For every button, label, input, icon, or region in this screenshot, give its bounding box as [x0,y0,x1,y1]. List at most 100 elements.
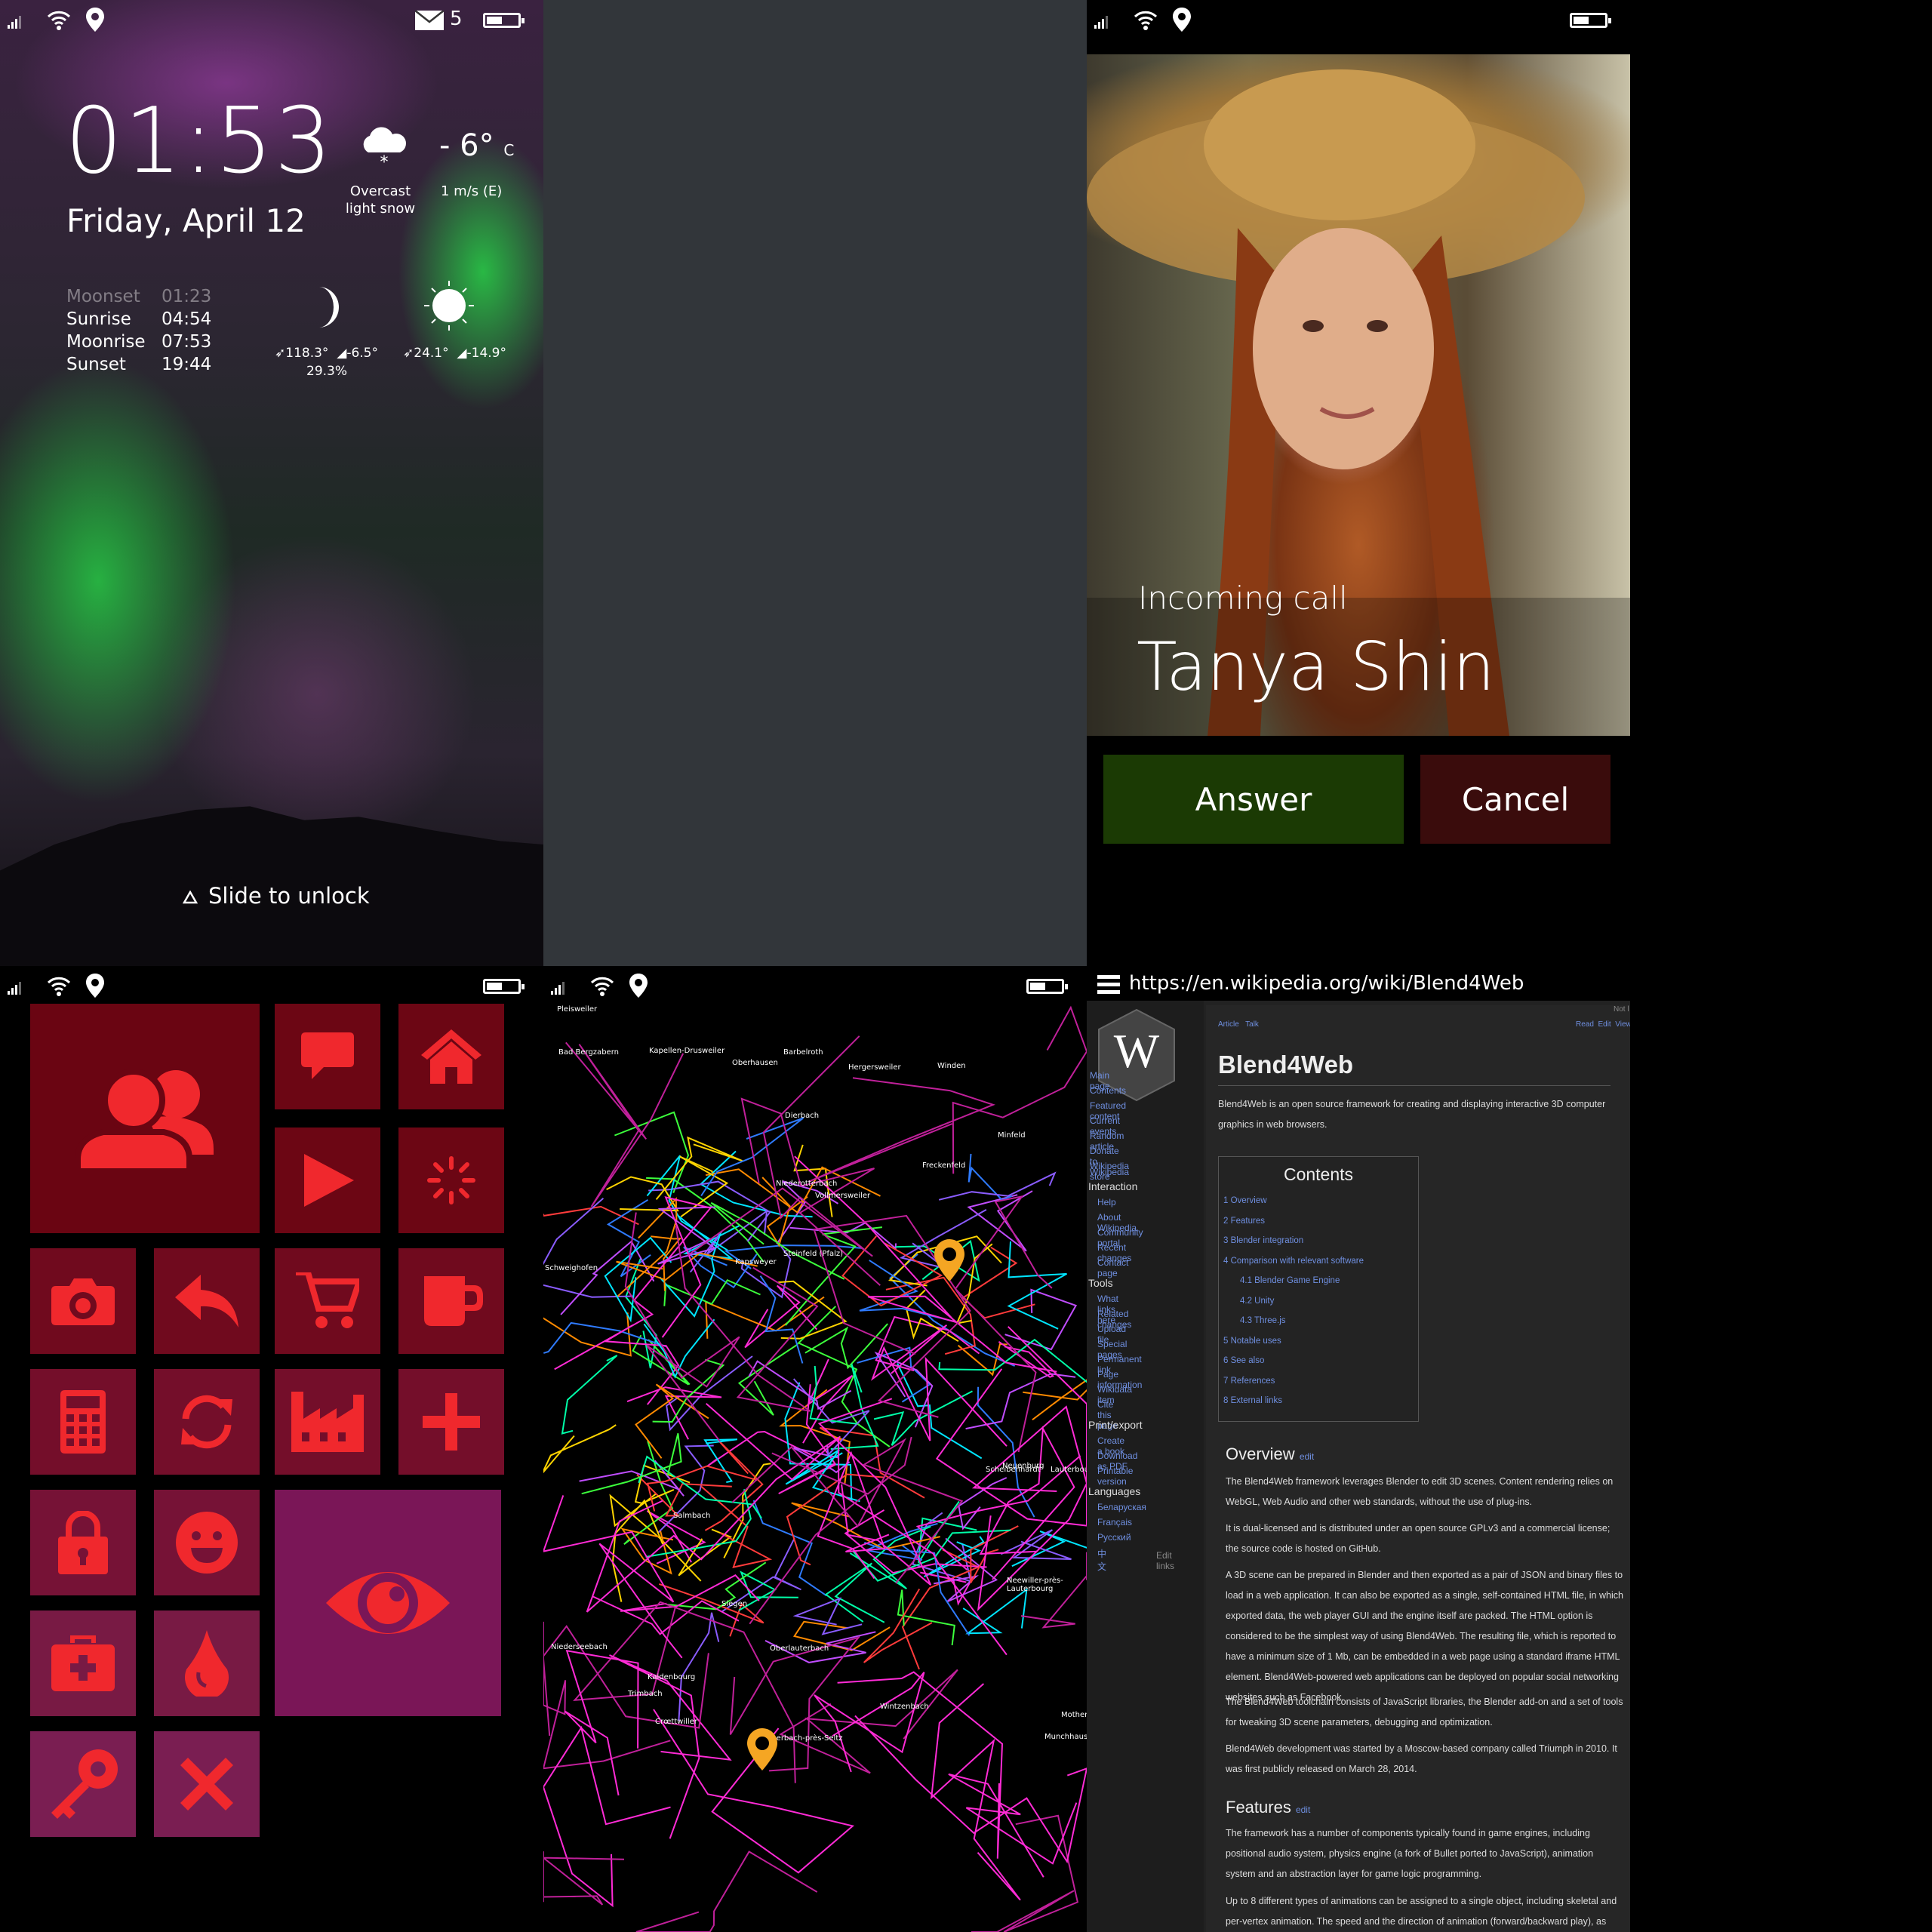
sidebar-link[interactable]: Русский [1097,1532,1131,1543]
map-place-label: Steinfeld (Pfalz) [783,1249,844,1258]
tab-article[interactable]: Article [1218,1020,1239,1029]
wifi-icon [590,977,614,996]
emoji-tile[interactable] [154,1490,260,1595]
sidebar-link[interactable]: Français [1097,1517,1132,1527]
road [958,1477,1008,1531]
medkit-tile[interactable] [30,1611,136,1716]
close-tile[interactable] [154,1731,260,1837]
overview-p5: Blend4Web development was started by a M… [1226,1743,1617,1774]
toc-item[interactable]: 4.2 Unity [1219,1291,1418,1312]
sidebar-link[interactable]: Wikipedia store [1090,1161,1129,1182]
slide-to-unlock[interactable]: Slide to unlock [183,883,370,909]
toc-item[interactable]: 1 Overview [1219,1191,1418,1211]
factory-tile[interactable] [275,1369,380,1475]
toc-item[interactable]: 7 References [1219,1371,1418,1392]
tab-view[interactable]: View [1615,1020,1630,1029]
sidebar-heading: Print/export [1088,1419,1143,1431]
back-icon [175,1275,238,1327]
contacts-tile[interactable] [30,1004,260,1233]
lock-tile[interactable] [30,1490,136,1595]
play-tile[interactable] [275,1128,380,1233]
map-view[interactable]: Pleisweiler Bad Bergzabern Kapellen-Druswe… [543,966,1087,1932]
toc-item[interactable]: 8 External links [1219,1391,1418,1411]
road [564,1650,639,1796]
astro-time: 04:54 [162,309,212,329]
location-icon [86,974,104,998]
map-place-label: Oberhausen [732,1058,778,1067]
section-overview: Overview edit [1226,1444,1314,1464]
edit-links[interactable]: Edit links [1156,1550,1174,1571]
home-tile[interactable] [398,1004,504,1109]
road [543,1205,639,1226]
map-place-label: Barbelroth [783,1048,823,1057]
map-place-label: Wintzenbach [880,1703,929,1712]
cancel-button[interactable]: Cancel [1420,755,1611,844]
sidebar-heading: Languages [1088,1485,1141,1497]
key-tile[interactable] [30,1731,136,1837]
sun-elevation-icon: ◢ [457,346,467,361]
calculator-tile[interactable] [30,1369,136,1475]
article-title: Blend4Web [1218,1051,1354,1078]
cart-tile[interactable] [275,1248,380,1354]
eye-tile[interactable] [275,1490,501,1716]
mug-tile[interactable] [398,1248,504,1354]
url-text[interactable]: https://en.wikipedia.org/wiki/Blend4Web [1129,972,1524,995]
astro-row: Moonset 01:23 [66,285,211,308]
tab-read[interactable]: Read [1576,1020,1594,1029]
toc-item[interactable]: 4.1 Blender Game Engine [1219,1271,1418,1291]
toc-item[interactable]: 4.3 Three.js [1219,1311,1418,1331]
status-bar [543,966,1087,1008]
astro-time: 07:53 [162,332,212,352]
sidebar-link[interactable]: Contents [1090,1085,1126,1096]
tab-talk[interactable]: Talk [1245,1020,1259,1029]
camera-tile[interactable] [30,1248,136,1354]
url-bar[interactable]: https://en.wikipedia.org/wiki/Blend4Web [1087,966,1630,1001]
refresh-tile[interactable] [154,1369,260,1475]
edit-link[interactable]: edit [1300,1451,1314,1462]
edit-link[interactable]: edit [1296,1804,1310,1815]
close-icon [180,1758,233,1810]
road [592,1595,740,1635]
section-features: Features edit [1226,1798,1310,1817]
caller-name: Tanya Shin [1137,628,1495,706]
moon-azimuth: 118.3° [285,346,329,361]
sidebar-link[interactable]: Беларуская [1097,1502,1146,1512]
not-logged-in[interactable]: Not l [1614,1005,1629,1014]
eye-icon [326,1572,450,1634]
clock: 01:53 [65,89,334,194]
add-tile[interactable] [398,1369,504,1475]
road [971,1814,1079,1932]
factory-icon [291,1392,364,1452]
toc-item[interactable]: 3 Blender integration [1219,1231,1418,1251]
sidebar-link[interactable]: Help [1097,1197,1116,1208]
road [970,1525,1019,1583]
toc-item[interactable]: 2 Features [1219,1211,1418,1232]
moon-elevation-icon: ◢ [337,346,347,361]
back-tile[interactable] [154,1248,260,1354]
toc-item[interactable]: 5 Notable uses [1219,1331,1418,1352]
date: Friday, April 12 [66,202,306,239]
location-icon [629,974,648,998]
toc-item[interactable]: 4 Comparison with relevant software [1219,1251,1418,1272]
road [678,1612,720,1721]
messages-tile[interactable] [275,1004,380,1109]
sidebar-link[interactable]: Printable version [1097,1466,1133,1487]
astro-time: 19:44 [162,355,212,374]
road [635,1850,818,1932]
map-marker-icon[interactable] [934,1239,964,1281]
table-of-contents: Contents 1 Overview 2 Features 3 Blender i… [1218,1156,1419,1422]
toc-item[interactable]: 6 See also [1219,1351,1418,1371]
menu-icon[interactable] [1097,975,1120,995]
settings-tile[interactable] [398,1128,504,1233]
map-marker-icon[interactable] [747,1728,777,1770]
status-bar [0,966,543,1008]
answer-button[interactable]: Answer [1103,755,1404,844]
features-p1: The framework has a number of components… [1226,1828,1594,1879]
play-icon [304,1154,354,1207]
map-place-label: Hergersweiler [848,1063,901,1072]
tab-edit[interactable]: Edit [1598,1020,1611,1029]
sidebar-link[interactable]: 中文 [1097,1547,1106,1573]
sidebar-link[interactable]: Contact page [1097,1257,1128,1278]
camera-icon [51,1278,115,1325]
drop-tile[interactable] [154,1611,260,1716]
